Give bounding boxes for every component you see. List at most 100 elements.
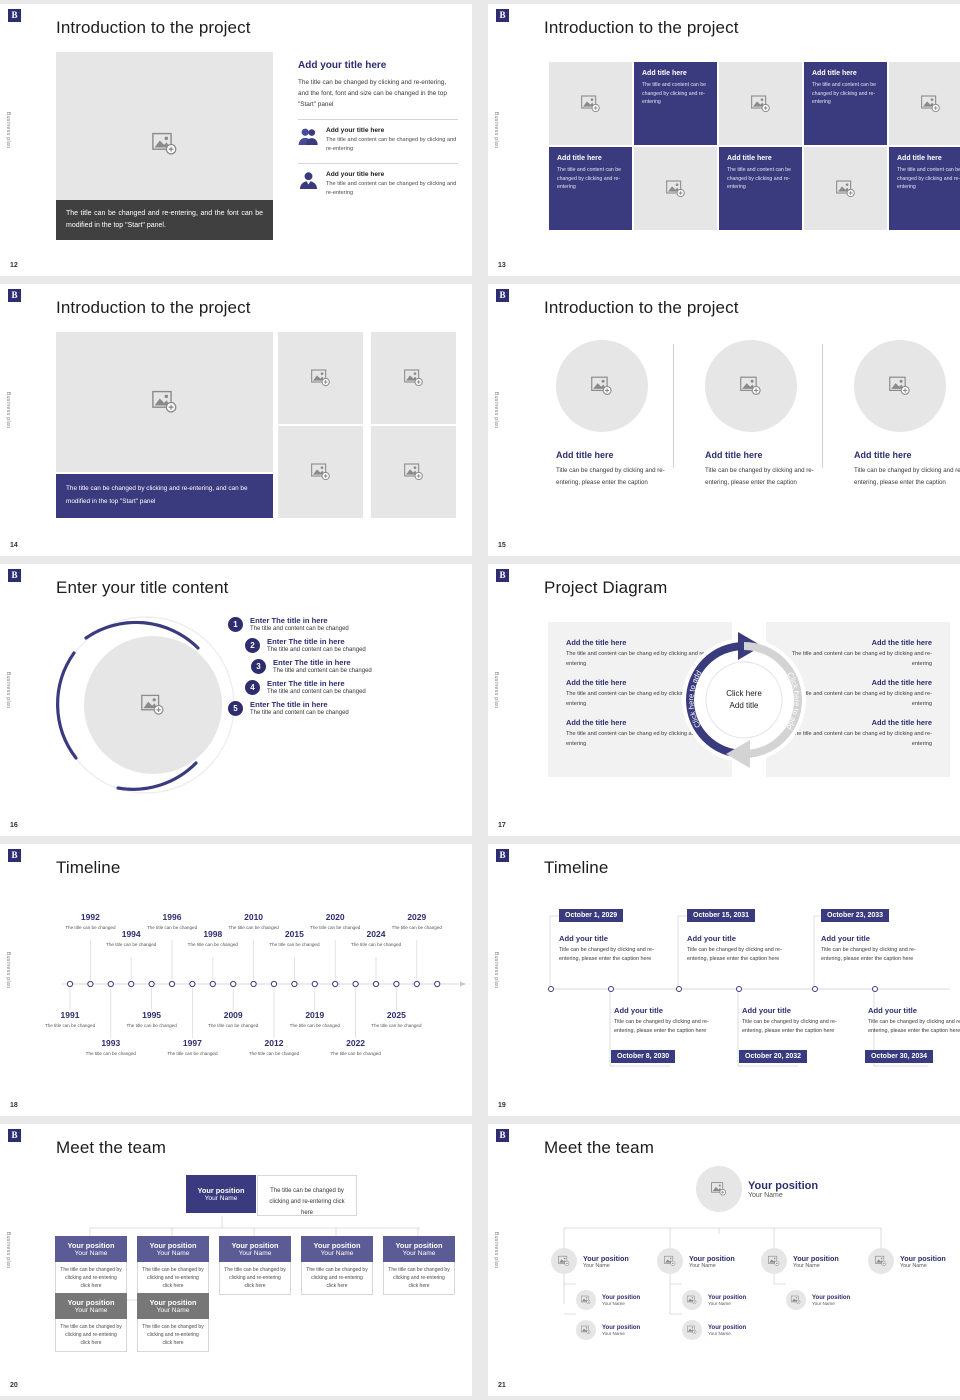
avatar[interactable]	[696, 1166, 742, 1212]
slide-16[interactable]: B Business plan Enter your title content…	[0, 564, 472, 836]
feature-column-2[interactable]: Add title here Title can be changed by c…	[701, 340, 831, 489]
list-item[interactable]: Add your title here The title and conten…	[298, 171, 458, 198]
org-node-l2-1[interactable]: Your positionYour Name	[551, 1248, 629, 1274]
timeline-dot[interactable]	[812, 986, 818, 992]
timeline-dot[interactable]	[190, 981, 195, 986]
timeline-dot[interactable]	[736, 986, 742, 992]
org-node-l3-1[interactable]: Your positionYour Name The title can be …	[55, 1293, 127, 1352]
timeline-dot[interactable]	[373, 981, 378, 986]
timeline-dot[interactable]	[210, 981, 215, 986]
org-node-l3-2[interactable]: Your positionYour Name	[576, 1320, 640, 1340]
tile-image[interactable]	[719, 62, 802, 145]
timeline-dot[interactable]	[88, 981, 93, 986]
org-node-l2-4[interactable]: Your positionYour Name	[868, 1248, 946, 1274]
image-placeholder-2[interactable]	[371, 332, 456, 424]
slide-12[interactable]: B Business plan Introduction to the proj…	[0, 4, 472, 276]
timeline-event-below[interactable]: 1997The title can be changed	[164, 1038, 220, 1057]
org-node-l2-2[interactable]: Your positionYour Name The title can be …	[137, 1236, 209, 1295]
timeline-dot[interactable]	[676, 986, 682, 992]
timeline-dot[interactable]	[271, 981, 276, 986]
date-badge[interactable]: October 8, 2030	[611, 1050, 675, 1063]
tile-image[interactable]	[804, 147, 887, 230]
org-node-l2-1[interactable]: Your positionYour Name The title can be …	[55, 1236, 127, 1295]
list-item[interactable]: Add your title here The title and conten…	[298, 127, 458, 154]
avatar[interactable]	[786, 1290, 806, 1310]
timeline-dot[interactable]	[872, 986, 878, 992]
timeline-dot[interactable]	[312, 981, 317, 986]
event-below-3[interactable]: Add your titleTitle can be changed by cl…	[868, 1006, 960, 1035]
avatar[interactable]	[576, 1290, 596, 1310]
tile-text[interactable]: Add title hereThe title and content can …	[719, 147, 802, 230]
event-below-1[interactable]: Add your titleTitle can be changed by cl…	[614, 1006, 724, 1035]
timeline-dot[interactable]	[353, 981, 358, 986]
timeline-event-below[interactable]: 1991The title can be changed	[42, 1010, 98, 1029]
date-badge[interactable]: October 30, 2034	[865, 1050, 933, 1063]
timeline-dot[interactable]	[333, 981, 338, 986]
slide-20[interactable]: B Business plan Meet the team Your posit…	[0, 1124, 472, 1396]
image-caption[interactable]: The title can be changed and re-entering…	[56, 200, 273, 240]
timeline-dot[interactable]	[548, 986, 554, 992]
org-node-l2-3[interactable]: Your positionYour Name	[761, 1248, 839, 1274]
avatar[interactable]	[682, 1290, 702, 1310]
date-badge[interactable]: October 20, 2032	[739, 1050, 807, 1063]
timeline-event-above[interactable]: 2029The title can be changed	[389, 912, 445, 931]
image-placeholder[interactable]	[84, 636, 222, 774]
timeline-dot[interactable]	[608, 986, 614, 992]
timeline-dot[interactable]	[149, 981, 154, 986]
org-node-l2-4[interactable]: Your positionYour Name The title can be …	[301, 1236, 373, 1295]
tile-text[interactable]: Add title hereThe title and content can …	[634, 62, 717, 145]
date-badge[interactable]: October 15, 2031	[687, 909, 755, 922]
timeline-dot[interactable]	[129, 981, 134, 986]
image-placeholder-1[interactable]	[278, 332, 363, 424]
timeline-event-below[interactable]: 2009The title can be changed	[205, 1010, 261, 1029]
timeline-dot[interactable]	[67, 981, 72, 986]
list-item-3[interactable]: 3 Enter The title in hereThe title and c…	[251, 658, 458, 674]
timeline-event-below[interactable]: 2022The title can be changed	[328, 1038, 384, 1057]
timeline-dot[interactable]	[231, 981, 236, 986]
timeline-dot[interactable]	[169, 981, 174, 986]
feature-column-3[interactable]: Add title here Title can be changed by c…	[850, 340, 960, 489]
slide-19[interactable]: B Business plan Timeline October 1, 2029…	[488, 844, 960, 1116]
org-node-l2-5[interactable]: Your positionYour Name The title can be …	[383, 1236, 455, 1295]
tile-text[interactable]: Add title hereThe title and content can …	[804, 62, 887, 145]
slide-18[interactable]: B Business plan Timeline 1992The title c…	[0, 844, 472, 1116]
content-body[interactable]: The title can be changed by clicking and…	[298, 77, 458, 110]
image-placeholder[interactable]	[556, 340, 648, 432]
image-placeholder-4[interactable]	[371, 426, 456, 518]
timeline-event-below[interactable]: 2012The title can be changed	[246, 1038, 302, 1057]
slide-14[interactable]: B Business plan Introduction to the proj…	[0, 284, 472, 556]
event-above-3[interactable]: Add your titleTitle can be changed by cl…	[821, 934, 931, 963]
cycle-center-label[interactable]: Click here Add title	[714, 688, 774, 711]
timeline-dot[interactable]	[414, 981, 419, 986]
feature-column-1[interactable]: Add title here Title can be changed by c…	[552, 340, 682, 489]
avatar[interactable]	[576, 1320, 596, 1340]
timeline-event-above[interactable]: 2015The title can be changed	[266, 929, 322, 948]
org-node-l3-2[interactable]: Your positionYour Name The title can be …	[137, 1293, 209, 1352]
tile-image[interactable]	[889, 62, 960, 145]
avatar[interactable]	[868, 1248, 894, 1274]
avatar[interactable]	[551, 1248, 577, 1274]
image-placeholder-main[interactable]	[56, 332, 273, 472]
timeline-event-below[interactable]: 1995The title can be changed	[124, 1010, 180, 1029]
org-node-l2-3[interactable]: Your positionYour Name The title can be …	[219, 1236, 291, 1295]
image-placeholder-3[interactable]	[278, 426, 363, 518]
timeline-dot[interactable]	[108, 981, 113, 986]
content-heading[interactable]: Add your title here	[298, 60, 458, 71]
timeline-event-above[interactable]: 1998The title can be changed	[185, 929, 241, 948]
timeline-dot[interactable]	[435, 981, 440, 986]
slide-21[interactable]: B Business plan Meet the team Your posit…	[488, 1124, 960, 1396]
timeline-dot[interactable]	[394, 981, 399, 986]
list-item-5[interactable]: 5 Enter The title in hereThe title and c…	[228, 700, 458, 716]
list-item-4[interactable]: 4 Enter The title in hereThe title and c…	[245, 679, 458, 695]
date-badge[interactable]: October 23, 2033	[821, 909, 889, 922]
timeline-dot[interactable]	[292, 981, 297, 986]
org-root-node[interactable]: Your positionYour Name	[696, 1166, 818, 1212]
org-root-note[interactable]: The title can be changed by clicking and…	[257, 1175, 357, 1216]
tile-image[interactable]	[634, 147, 717, 230]
avatar[interactable]	[761, 1248, 787, 1274]
timeline-dot[interactable]	[251, 981, 256, 986]
event-above-1[interactable]: Add your titleTitle can be changed by cl…	[559, 934, 669, 963]
slide-15[interactable]: B Business plan Introduction to the proj…	[488, 284, 960, 556]
tile-text[interactable]: Add title hereThe title and content can …	[549, 147, 632, 230]
date-badge[interactable]: October 1, 2029	[559, 909, 623, 922]
